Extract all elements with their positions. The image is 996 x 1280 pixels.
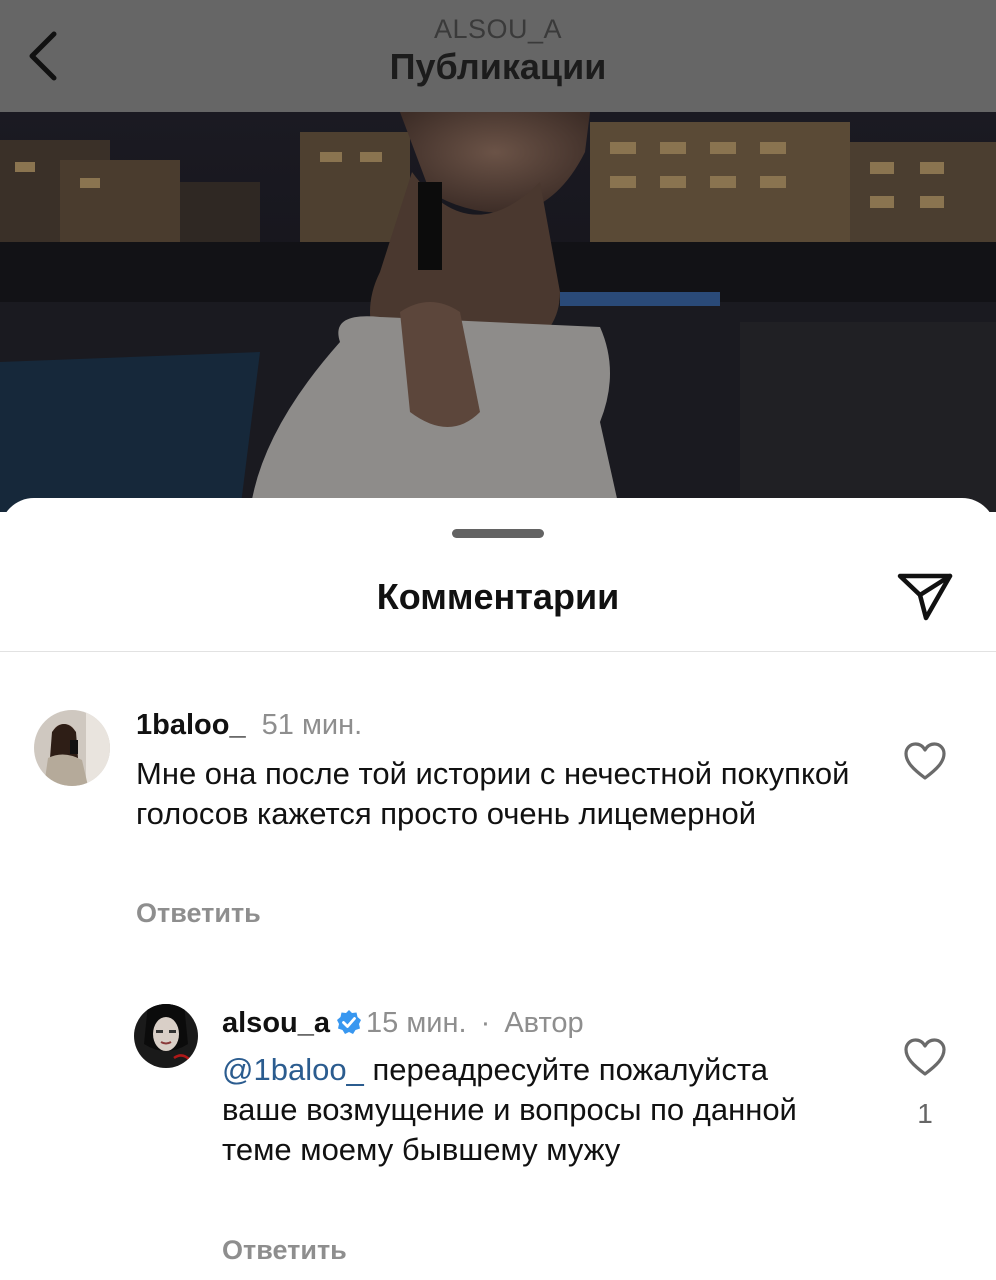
reply-time: 15 мин. (366, 1007, 467, 1039)
like-button[interactable] (898, 1032, 952, 1082)
author-badge: Автор (504, 1007, 584, 1039)
profile-username: ALSOU_A (433, 14, 563, 44)
page-title: Публикации (389, 46, 607, 87)
comment-text: Мне она после той истории с нечестной по… (136, 756, 850, 831)
top-navigation-bar: ALSOU_A Публикации (0, 0, 996, 112)
avatar[interactable] (134, 1004, 198, 1068)
reply-text: @1baloo_ переадресуйте пожалуйста ваше в… (222, 1050, 842, 1170)
reply-button[interactable]: Ответить (222, 1235, 347, 1266)
like-count: 1 (917, 1098, 933, 1129)
comments-sheet: Комментарии 1baloo_ 51 мин. Мне она посл… (0, 498, 996, 1280)
verified-badge-icon (337, 1010, 361, 1034)
reply-button[interactable]: Ответить (136, 898, 261, 929)
heart-outline-icon (904, 1038, 946, 1076)
comment-meta: 1baloo_ 51 мин. (136, 708, 362, 742)
post-photo (0, 112, 996, 512)
avatar[interactable] (34, 710, 110, 786)
mention-link[interactable]: @1baloo_ (222, 1052, 364, 1087)
heart-outline-icon (904, 742, 946, 780)
meta-separator: · (480, 1007, 491, 1039)
like-button[interactable] (898, 736, 952, 786)
reply-comment: alsou_a 15 мин. · Автор @1baloo_ переадр… (0, 938, 996, 1280)
comment-username[interactable]: 1baloo_ (136, 709, 246, 741)
reply-username[interactable]: alsou_a (222, 1007, 330, 1039)
reply-meta: alsou_a 15 мин. · Автор (222, 1006, 584, 1040)
comment-time: 51 мин. (261, 709, 363, 741)
comment: 1baloo_ 51 мин. Мне она после той истори… (0, 498, 996, 938)
